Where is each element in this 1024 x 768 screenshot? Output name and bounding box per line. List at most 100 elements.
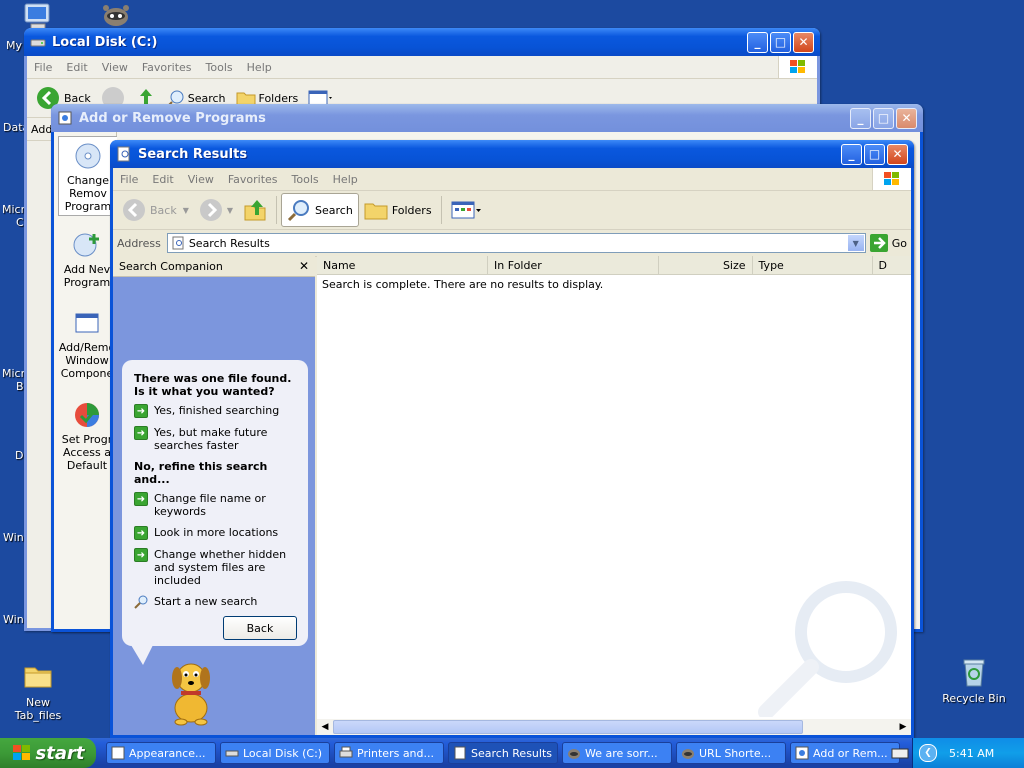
minimize-button[interactable]: _ [850,107,871,129]
desktop-icon-label-my: My [6,39,23,52]
back-label: Back [64,91,91,105]
menu-favorites[interactable]: Favorites [135,61,199,74]
option-more-locations[interactable]: ➜ Look in more locations [134,526,296,540]
folders-icon [364,203,388,220]
task-label: Appearance... [129,746,206,760]
chevron-down-icon[interactable]: ▼ [227,206,233,215]
menu-help[interactable]: Help [240,61,279,74]
option-label: Look in more locations [154,526,279,539]
menu-tools[interactable]: Tools [285,173,326,186]
close-button[interactable]: ✕ [793,31,814,53]
scroll-thumb[interactable] [333,720,803,734]
printer-icon [339,746,353,760]
maximize-button[interactable]: □ [864,143,885,165]
back-button[interactable]: Back ▼ [117,193,194,227]
nav-label: Program [63,276,111,289]
change-remove-programs-tab[interactable]: Change Remov Program [58,136,117,216]
option-change-file-name[interactable]: ➜ Change file name or keywords [134,492,296,518]
horizontal-scrollbar[interactable]: ◀ ▶ [317,719,911,735]
taskbar-button-search-results[interactable]: Search Results [448,742,558,764]
desktop-icon-label-c: C [16,216,24,229]
minimize-button[interactable]: _ [747,31,768,53]
taskbar-button-add-remove[interactable]: Add or Rem... [790,742,900,764]
start-button[interactable]: start [0,738,96,768]
nav-label: Access a [63,446,111,459]
taskbar-button-url-shortener[interactable]: URL Shorte... [676,742,786,764]
views-button[interactable] [446,193,488,227]
raccoon-icon[interactable] [100,2,132,28]
column-header-name[interactable]: Name [317,256,489,274]
menu-favorites[interactable]: Favorites [221,173,285,186]
scroll-left-icon[interactable]: ◀ [317,722,333,732]
search-label: Search [315,203,353,217]
column-header-date[interactable]: D [873,256,912,274]
taskbar-button-we-are-sorry[interactable]: We are sorr... [562,742,672,764]
companion-balloon: There was one file found. Is it what you… [122,360,308,646]
window-title: Local Disk (C:) [52,34,158,50]
views-icon [451,201,481,219]
balloon-tail [131,645,153,665]
new-tab-files-shortcut[interactable]: New Tab_files [2,660,74,722]
option-new-search[interactable]: Start a new search [134,595,296,609]
taskbar-button-local-disk[interactable]: Local Disk (C:) [220,742,330,764]
tray-expand-icon[interactable]: ❮ [919,744,937,762]
results-list[interactable]: Name In Folder Size Type D Search is com… [317,256,911,735]
menu-edit[interactable]: Edit [59,61,94,74]
search-results-small-icon [172,236,184,250]
column-header-size[interactable]: Size [659,256,753,274]
go-arrow-icon [869,234,888,252]
search-button[interactable]: Search [281,193,359,227]
menu-file[interactable]: File [113,173,145,186]
address-label-partial: Add [31,122,53,136]
column-header-type[interactable]: Type [753,256,873,274]
folders-button[interactable]: Folders [359,193,437,227]
close-icon[interactable]: ✕ [299,259,309,273]
close-button[interactable]: ✕ [887,143,908,165]
taskbar-button-printers[interactable]: Printers and... [334,742,444,764]
search-dog-icon[interactable] [163,656,219,726]
add-remove-windows-components-tab[interactable]: Add/Remo Window Compone [58,308,116,388]
option-yes-faster[interactable]: ➜ Yes, but make future searches faster [134,426,296,452]
windows-logo-icon [872,168,911,190]
taskbar: start Appearance... Local Disk (C:) Prin… [0,738,1024,768]
up-folder-button[interactable] [238,193,272,227]
nav-label: Add Nev [63,263,111,276]
menu-help[interactable]: Help [326,173,365,186]
address-bar: Address Search Results ▼ Go [113,230,911,257]
column-header-in-folder[interactable]: In Folder [488,256,660,274]
option-yes-finished[interactable]: ➜ Yes, finished searching [134,404,296,418]
menu-file[interactable]: File [27,61,59,74]
add-new-programs-tab[interactable]: Add Nev Program [58,230,116,300]
folder-icon [22,660,54,692]
companion-back-button[interactable]: Back [223,616,297,640]
forward-button[interactable]: ▼ [194,193,238,227]
keyboard-icon[interactable] [891,746,909,760]
menu-view[interactable]: View [95,61,135,74]
menu-bar: File Edit View Favorites Tools Help [27,56,817,79]
green-arrow-icon: ➜ [134,526,148,540]
search-companion-title: Search Companion [119,259,223,273]
set-program-access-tab[interactable]: Set Progr Access a Default [58,400,116,480]
column-size-label: Size [722,258,746,272]
maximize-button[interactable]: □ [770,31,791,53]
taskbar-button-appearance[interactable]: Appearance... [106,742,216,764]
forward-arrow-icon [199,199,222,221]
chevron-down-icon[interactable]: ▼ [183,206,189,215]
maximize-button[interactable]: □ [873,107,894,129]
close-button[interactable]: ✕ [896,107,917,129]
option-hidden-system-files[interactable]: ➜ Change whether hidden and system files… [134,548,296,587]
recycle-bin-shortcut[interactable]: Recycle Bin [938,656,1010,705]
go-button[interactable]: Go [869,234,907,252]
menu-edit[interactable]: Edit [145,173,180,186]
chevron-down-icon[interactable]: ▼ [846,234,865,252]
address-input[interactable]: Search Results ▼ [166,233,866,253]
folders-label: Folders [391,203,432,217]
option-label: Change whether hidden and system files a… [154,548,287,587]
menu-view[interactable]: View [181,173,221,186]
nav-label: Change [66,174,110,187]
scroll-right-icon[interactable]: ▶ [895,722,911,732]
search-companion-header: Search Companion ✕ [113,256,315,277]
status-message: Search is complete. There are no results… [322,278,604,291]
minimize-button[interactable]: _ [841,143,862,165]
menu-tools[interactable]: Tools [199,61,240,74]
